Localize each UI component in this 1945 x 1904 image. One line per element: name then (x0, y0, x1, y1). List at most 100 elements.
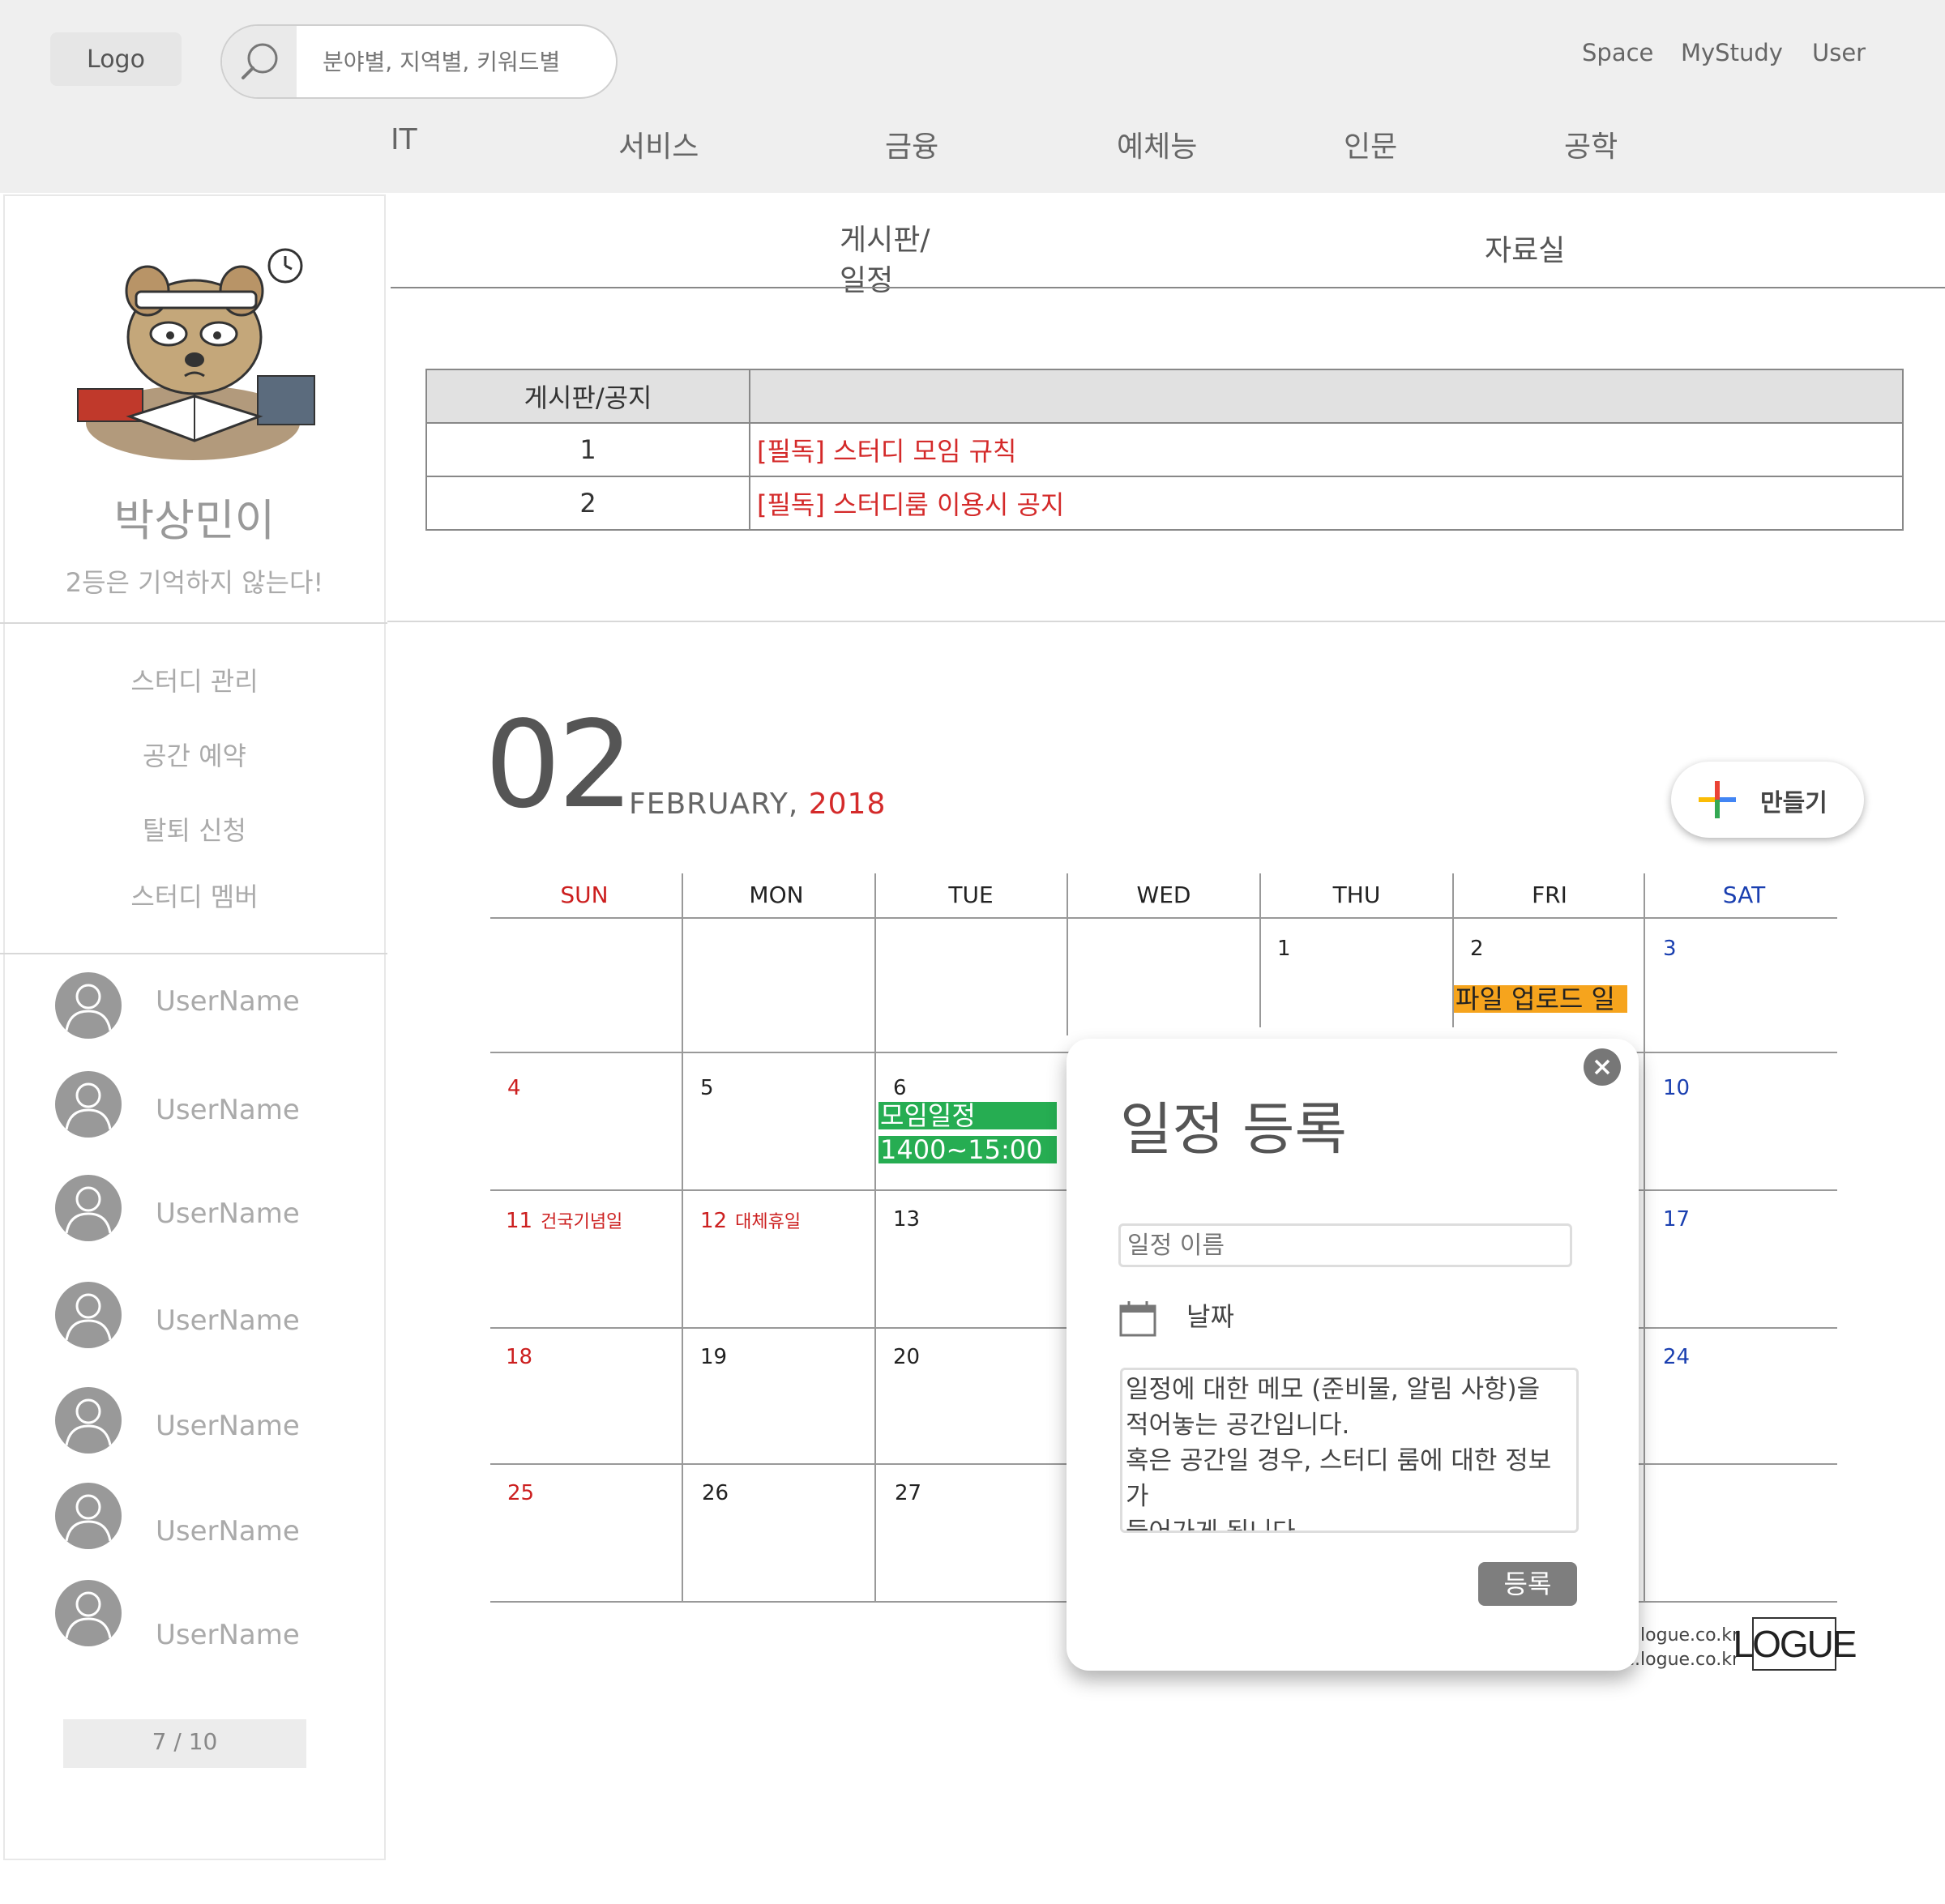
tab-board-schedule[interactable]: 게시판/일정 (840, 220, 953, 301)
avatar (55, 1483, 122, 1549)
member-item[interactable]: UserName (55, 1071, 379, 1138)
sidebar-divider (0, 622, 387, 624)
category-finance[interactable]: 금융 (885, 123, 938, 165)
weekday-sun: SUN (560, 882, 609, 908)
day-12[interactable]: 12 대체휴일 (700, 1207, 801, 1233)
weekday-mon: MON (749, 882, 804, 908)
holiday-label: 대체휴일 (735, 1212, 802, 1232)
notice-header-empty (749, 369, 1904, 424)
notice-table: 게시판/공지 1 [필독] 스터디 모임 규칙 2 [필독] 스터디룸 이용시 … (425, 369, 1904, 531)
calendar-grid-line (490, 917, 1837, 919)
calendar-grid-line (1259, 873, 1261, 1027)
tab-underline (391, 287, 1945, 288)
member-item[interactable]: UserName (55, 1580, 379, 1651)
schedule-modal: 일정 등록 날짜 일정에 대한 메모 (준비물, 알림 사항)을 적어놓는 공간… (1067, 1039, 1639, 1671)
notice-title[interactable]: [필독] 스터디 모임 규칙 (749, 422, 1904, 477)
date-label[interactable]: 날짜 (1186, 1296, 1234, 1334)
avatar (55, 972, 122, 1039)
month-number: 02 (485, 695, 634, 835)
category-arts-sports[interactable]: 예체능 (1117, 123, 1197, 165)
day-number: 12 (700, 1209, 728, 1233)
avatar (55, 1580, 122, 1646)
member-pager[interactable]: 7 / 10 (63, 1719, 306, 1768)
category-humanities[interactable]: 인문 (1344, 123, 1397, 165)
day-13[interactable]: 13 (893, 1207, 920, 1232)
member-name: UserName (156, 985, 300, 1018)
profile-name: 박상민이 (113, 495, 276, 546)
sidebar-divider (0, 953, 387, 954)
member-name: UserName (156, 1619, 300, 1651)
search-icon[interactable] (222, 26, 297, 97)
member-item[interactable]: UserName (55, 1387, 379, 1454)
day-20[interactable]: 20 (893, 1345, 920, 1369)
event-file-upload[interactable]: 파일 업로드 일 (1454, 985, 1627, 1013)
schedule-name-input[interactable] (1118, 1223, 1572, 1267)
create-schedule-button[interactable]: 만들기 (1671, 762, 1864, 838)
category-it[interactable]: IT (391, 123, 417, 156)
member-item[interactable]: UserName (55, 1483, 379, 1549)
day-11[interactable]: 11 건국기념일 (506, 1207, 622, 1233)
category-service[interactable]: 서비스 (618, 123, 699, 165)
notice-header-row: 게시판/공지 (425, 369, 1904, 424)
category-engineering[interactable]: 공학 (1564, 123, 1618, 165)
calendar-grid-line (682, 873, 683, 1603)
notice-header: 게시판/공지 (425, 369, 750, 424)
nav-link-mystudy[interactable]: MyStudy (1681, 39, 1783, 66)
day-6[interactable]: 6 (893, 1076, 907, 1100)
sidebar-item-study-manage[interactable]: 스터디 관리 (0, 661, 389, 698)
holiday-label: 건국기념일 (541, 1212, 623, 1232)
day-2[interactable]: 2 (1470, 937, 1484, 961)
sidebar-item-study-members[interactable]: 스터디 멤버 (0, 877, 389, 914)
calendar-grid-line (874, 873, 876, 1603)
day-5[interactable]: 5 (700, 1076, 714, 1100)
day-4[interactable]: 4 (507, 1076, 521, 1100)
member-item[interactable]: UserName (55, 972, 379, 1039)
day-1[interactable]: 1 (1277, 937, 1291, 961)
member-name: UserName (156, 1094, 300, 1126)
footer-logo: LOGUE (1733, 1617, 1857, 1671)
member-name: UserName (156, 1197, 300, 1230)
nav-link-user[interactable]: User (1812, 39, 1866, 66)
search-input[interactable] (297, 26, 613, 97)
calendar-icon[interactable] (1118, 1300, 1157, 1338)
weekday-sat: SAT (1722, 882, 1766, 908)
member-item[interactable]: UserName (55, 1175, 379, 1241)
event-meeting[interactable]: 모임일정 (878, 1102, 1057, 1129)
weekday-wed: WED (1136, 882, 1191, 908)
logo[interactable]: Logo (50, 32, 182, 86)
notice-number: 1 (425, 422, 750, 477)
nav-link-space[interactable]: Space (1582, 39, 1653, 66)
footer-url[interactable]: e.logue.co.kr (1621, 1650, 1739, 1670)
day-27[interactable]: 27 (895, 1481, 921, 1505)
day-10[interactable]: 10 (1663, 1076, 1690, 1100)
create-button-label: 만들기 (1760, 789, 1827, 818)
event-meeting-time[interactable]: 1400~15:00 (878, 1136, 1057, 1163)
member-item[interactable]: UserName (55, 1282, 379, 1348)
close-icon[interactable] (1584, 1048, 1621, 1086)
weekday-thu: THU (1332, 882, 1381, 908)
day-3[interactable]: 3 (1663, 937, 1677, 961)
notice-number: 2 (425, 476, 750, 531)
sidebar-item-space-reservation[interactable]: 공간 예약 (0, 736, 389, 773)
memo-textarea[interactable]: 일정에 대한 메모 (준비물, 알림 사항)을 적어놓는 공간입니다. 혹은 공… (1120, 1368, 1579, 1533)
table-row[interactable]: 2 [필독] 스터디룸 이용시 공지 (425, 476, 1904, 531)
calendar-grid-line (1067, 873, 1068, 1035)
tab-archive[interactable]: 자료실 (1485, 227, 1565, 269)
day-24[interactable]: 24 (1663, 1345, 1690, 1369)
notice-title[interactable]: [필독] 스터디룸 이용시 공지 (749, 476, 1904, 531)
member-name: UserName (156, 1515, 300, 1548)
day-17[interactable]: 17 (1663, 1207, 1690, 1232)
day-18[interactable]: 18 (506, 1345, 532, 1369)
day-19[interactable]: 19 (700, 1345, 727, 1369)
avatar (55, 1175, 122, 1241)
day-number: 11 (506, 1209, 533, 1233)
sidebar-item-withdraw[interactable]: 탈퇴 신청 (0, 810, 389, 847)
table-row[interactable]: 1 [필독] 스터디 모임 규칙 (425, 422, 1904, 477)
profile-motto: 2등은 기억하지 않는다! (65, 567, 324, 598)
day-26[interactable]: 26 (702, 1481, 729, 1505)
day-25[interactable]: 25 (507, 1481, 534, 1505)
avatar (55, 1387, 122, 1454)
year-label: 2018 (808, 788, 887, 821)
register-button[interactable]: 등록 (1478, 1562, 1577, 1606)
weekday-fri: FRI (1532, 882, 1567, 908)
